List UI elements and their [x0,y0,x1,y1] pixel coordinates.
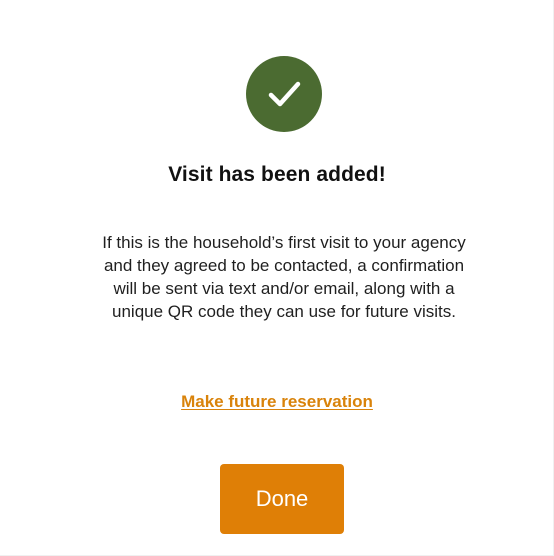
make-future-reservation-link[interactable]: Make future reservation [0,392,554,412]
dialog-title: Visit has been added! [168,163,386,186]
message-line: will be sent via text and/or email, alon… [113,279,455,298]
done-button[interactable]: Done [220,464,344,534]
success-check-badge [246,56,322,132]
checkmark-icon [268,81,301,107]
message-line: and they agreed to be contacted, a confi… [103,256,465,275]
message-line: If this is the household’s first visit t… [102,233,466,252]
visit-added-dialog: Visit has been added! If this is the hou… [0,0,554,556]
confirmation-message: If this is the household’s first visit t… [28,231,540,323]
message-line: unique QR code they can use for future v… [112,302,456,321]
